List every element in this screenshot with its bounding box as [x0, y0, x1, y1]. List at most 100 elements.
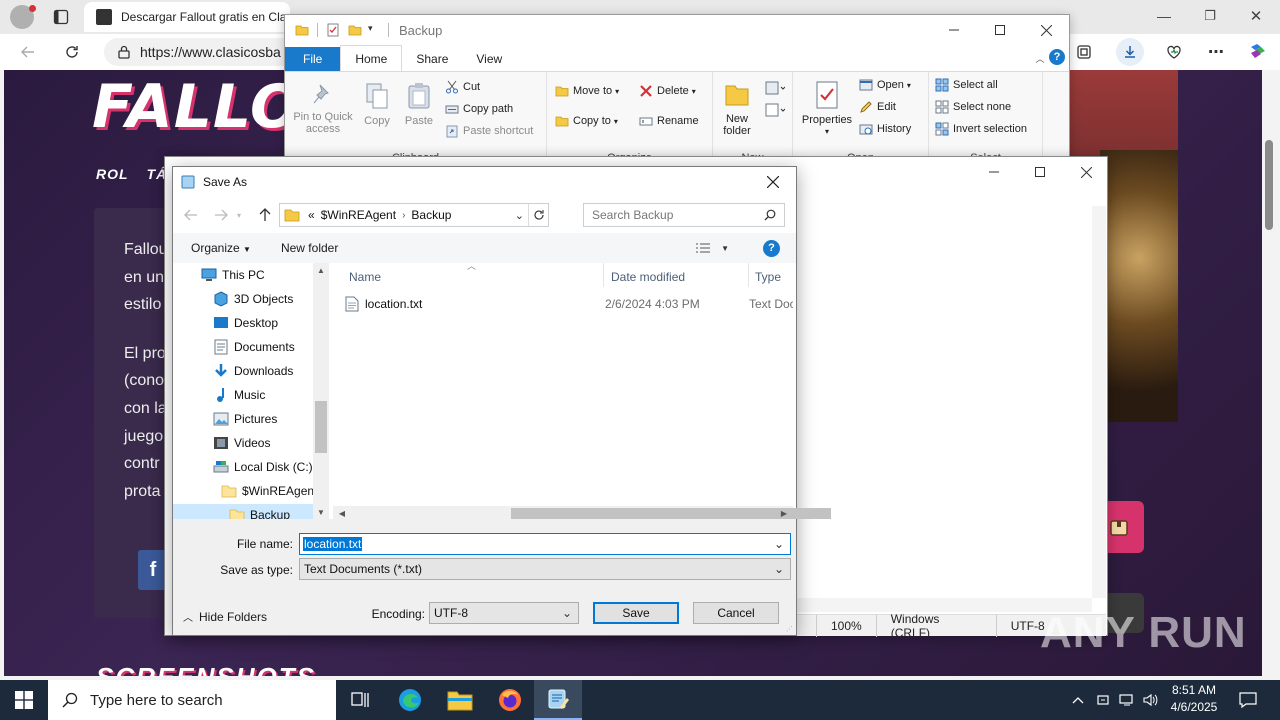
notepad-maximize-button[interactable] [1017, 157, 1063, 187]
move-to-button[interactable]: Move to ▾ [555, 84, 619, 98]
tree-item-3d-objects[interactable]: 3D Objects [213, 288, 293, 310]
tree-item-videos[interactable]: Videos [213, 432, 270, 454]
rename-button[interactable]: Rename [639, 114, 699, 128]
history-button[interactable]: History [859, 122, 911, 136]
browser-tab[interactable]: Descargar Fallout gratis en Clas [84, 2, 290, 32]
encoding-select[interactable]: UTF-8 ⌄ [429, 602, 579, 624]
breadcrumb-current[interactable]: Backup [411, 208, 451, 222]
new-item-icon[interactable] [763, 78, 787, 98]
cut-button[interactable]: Cut [445, 80, 480, 94]
file-name-dropdown-icon[interactable]: ⌄ [774, 537, 784, 551]
copy-button[interactable]: Copy [359, 82, 395, 127]
browser-maximize-button[interactable]: ❐ [1196, 4, 1224, 28]
easy-access-icon[interactable] [763, 100, 787, 120]
navigation-scroll-thumb[interactable] [315, 401, 327, 453]
taskbar-clock[interactable]: 8:51 AM 4/6/2025 [1164, 682, 1224, 716]
tab-share[interactable]: Share [402, 47, 462, 71]
tab-home[interactable]: Home [340, 45, 403, 71]
notepad-edit-area[interactable] [796, 206, 1092, 596]
recent-locations-icon[interactable]: ▾ [233, 209, 245, 221]
scroll-up-icon[interactable]: ▲ [316, 265, 326, 275]
nav-back-icon[interactable] [181, 205, 201, 225]
select-all-button[interactable]: Select all [935, 78, 998, 92]
page-scrollbar-thumb[interactable] [1265, 140, 1273, 230]
dialog-help-icon[interactable]: ? [763, 239, 780, 257]
explorer-close-button[interactable] [1023, 15, 1069, 45]
breadcrumb-overflow[interactable]: « [308, 208, 315, 222]
column-name[interactable]: Name [343, 267, 599, 287]
notifications-button[interactable] [1228, 680, 1268, 720]
new-folder-ribbon-button[interactable]: New folder [717, 80, 757, 137]
properties-button[interactable]: Properties ▾ [799, 80, 855, 138]
pin-quick-access-button[interactable]: Pin to Quick access [289, 82, 357, 135]
tree-item-downloads[interactable]: Downloads [213, 360, 293, 382]
file-row[interactable]: location.txt 2/6/2024 4:03 PM Text Doc [345, 293, 795, 315]
edit-button[interactable]: Edit [859, 100, 896, 114]
new-folder-qat-icon[interactable] [348, 23, 362, 37]
tab-view[interactable]: View [462, 47, 516, 71]
explorer-maximize-button[interactable] [977, 15, 1023, 45]
tree-item-winreagent[interactable]: $WinREAgent [221, 480, 313, 502]
tab-file[interactable]: File [285, 47, 341, 71]
tree-item-documents[interactable]: Documents [213, 336, 295, 358]
notepad-minimize-button[interactable] [971, 157, 1017, 187]
select-none-button[interactable]: Select none [935, 100, 1011, 114]
tray-network-icon[interactable] [1116, 680, 1138, 720]
organize-button[interactable]: Organize ▼ [191, 241, 251, 255]
refresh-location-icon[interactable] [528, 204, 548, 226]
tree-item-local-disk[interactable]: Local Disk (C:) [213, 456, 313, 478]
save-as-type-select[interactable]: Text Documents (*.txt) ⌄ [299, 558, 791, 580]
tree-item-desktop[interactable]: Desktop [213, 312, 278, 334]
navigation-scrollbar[interactable]: ▲ ▼ [313, 263, 329, 519]
nav-up-icon[interactable] [255, 205, 275, 225]
start-button[interactable] [0, 680, 48, 720]
split-screen-icon[interactable] [1070, 40, 1098, 64]
open-button[interactable]: Open ▾ [859, 78, 911, 92]
invert-selection-button[interactable]: Invert selection [935, 122, 1027, 136]
delete-button[interactable]: Delete ▾ [639, 84, 696, 98]
tray-security-icon[interactable] [1092, 680, 1114, 720]
hide-folders-button[interactable]: ︿ Hide Folders [183, 609, 267, 625]
file-name-input[interactable]: location.txt ⌄ [299, 533, 791, 555]
column-type[interactable]: Type [749, 267, 795, 287]
view-options-button[interactable]: ▼ [695, 242, 729, 254]
paste-shortcut-button[interactable]: Paste shortcut [445, 124, 533, 138]
help-icon[interactable]: ? [1049, 49, 1065, 65]
save-as-close-button[interactable] [754, 167, 792, 197]
breadcrumb[interactable]: « $WinREAgent › Backup ⌄ [279, 203, 549, 227]
copy-path-button[interactable]: Copy path [445, 102, 513, 116]
taskbar-search-box[interactable]: Type here to search [48, 680, 336, 720]
scroll-right-icon[interactable]: ▶ [779, 508, 789, 519]
collapse-ribbon-icon[interactable]: ︿ [1033, 51, 1047, 65]
column-date[interactable]: Date modified [605, 267, 745, 287]
more-options-icon[interactable]: ⋯ [1202, 40, 1230, 64]
copilot-icon[interactable] [1244, 38, 1272, 66]
new-folder-button[interactable]: New folder [281, 241, 338, 255]
tray-volume-icon[interactable] [1140, 680, 1162, 720]
taskbar-edge-button[interactable] [386, 680, 434, 720]
tree-item-this-pc[interactable]: This PC [201, 264, 265, 286]
browser-close-button[interactable]: ✕ [1242, 4, 1270, 28]
search-input[interactable]: Search Backup [583, 203, 785, 227]
properties-qat-icon[interactable] [326, 23, 340, 37]
browser-minimize-button[interactable]: — [1150, 4, 1178, 28]
show-hidden-icons-button[interactable] [1066, 680, 1090, 720]
taskbar-explorer-button[interactable] [436, 680, 484, 720]
site-nav-item[interactable]: ROL [96, 166, 129, 182]
qat-dropdown-icon[interactable]: ▾ [368, 23, 382, 37]
tab-actions-icon[interactable] [50, 6, 72, 28]
explorer-minimize-button[interactable] [931, 15, 977, 45]
scroll-down-icon[interactable]: ▼ [316, 507, 326, 517]
browser-essentials-icon[interactable] [1160, 40, 1188, 64]
address-bar[interactable]: https://www.clasicosba [104, 38, 304, 66]
tree-item-pictures[interactable]: Pictures [213, 408, 277, 430]
notepad-vertical-scrollbar[interactable] [1092, 206, 1106, 598]
refresh-icon[interactable] [60, 40, 84, 64]
column-separator[interactable] [603, 263, 604, 287]
back-icon[interactable] [16, 40, 40, 64]
paste-button[interactable]: Paste [401, 82, 437, 127]
downloads-icon[interactable] [1116, 38, 1144, 66]
nav-forward-icon[interactable] [211, 205, 231, 225]
resize-grip-icon[interactable]: ⋰ [786, 625, 794, 633]
tree-item-music[interactable]: Music [213, 384, 265, 406]
